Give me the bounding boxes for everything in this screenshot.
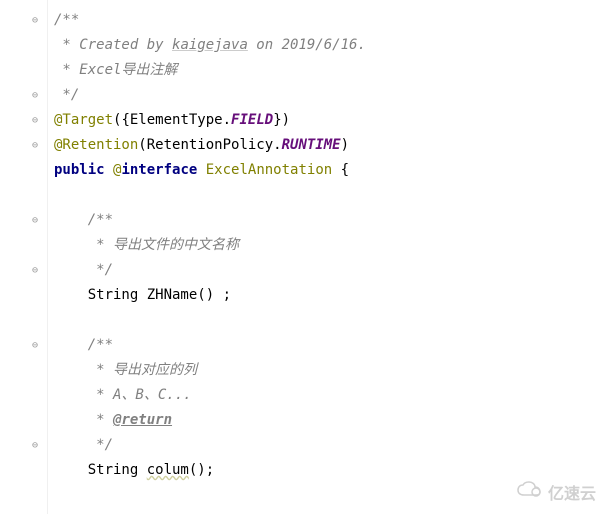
code-line[interactable]: * @return (54, 408, 606, 433)
interface-name: ExcelAnnotation (206, 158, 332, 183)
watermark: 亿速云 (516, 480, 596, 504)
javadoc-comment: */ (54, 433, 113, 458)
code-line[interactable]: public @interface ExcelAnnotation { (54, 158, 606, 183)
author-link: kaigejava (172, 33, 248, 58)
javadoc-comment: */ (54, 258, 113, 283)
brace: { (332, 158, 349, 183)
keyword: public (54, 158, 113, 183)
fold-start-icon[interactable]: ⊖ (29, 215, 41, 227)
gutter: ⊖ ⊖ ⊖ ⊖ ⊖ ⊖ ⊖ ⊖ (0, 0, 48, 514)
code-line[interactable]: * Created by kaigejava on 2019/6/16. (54, 33, 606, 58)
fold-icon[interactable]: ⊖ (29, 140, 41, 152)
punctuation: }) (273, 108, 290, 133)
class-ref: ElementType. (130, 108, 231, 133)
javadoc-comment: on 2019/6/16. (248, 33, 366, 58)
code-line[interactable]: * 导出对应的列 (54, 358, 606, 383)
punctuation: ( (138, 133, 146, 158)
fold-start-icon[interactable]: ⊖ (29, 15, 41, 27)
code-line[interactable]: /** (54, 8, 606, 33)
code-line[interactable]: */ (54, 433, 606, 458)
code-line[interactable]: /** (54, 208, 606, 233)
code-line[interactable]: @Target({ElementType.FIELD}) (54, 108, 606, 133)
javadoc-comment: */ (54, 83, 79, 108)
return-type: String (54, 458, 147, 483)
keyword: interface (121, 158, 205, 183)
fold-start-icon[interactable]: ⊖ (29, 340, 41, 352)
fold-end-icon[interactable]: ⊖ (29, 440, 41, 452)
javadoc-comment: * 导出文件的中文名称 (54, 233, 239, 258)
code-line[interactable] (54, 183, 606, 208)
code-line[interactable]: */ (54, 83, 606, 108)
method-name: ZHName (147, 283, 198, 308)
code-line[interactable]: @Retention(RetentionPolicy.RUNTIME) (54, 133, 606, 158)
method-name: colum (147, 458, 189, 483)
code-line[interactable]: * 导出文件的中文名称 (54, 233, 606, 258)
fold-icon[interactable]: ⊖ (29, 115, 41, 127)
annotation: @Target (54, 108, 113, 133)
cloud-icon (516, 481, 544, 504)
punctuation: ({ (113, 108, 130, 133)
punctuation: (); (189, 458, 214, 483)
watermark-text: 亿速云 (548, 480, 596, 504)
field-ref: RUNTIME (282, 133, 341, 158)
code-editor[interactable]: ⊖ ⊖ ⊖ ⊖ ⊖ ⊖ ⊖ ⊖ /** * Created by kaigeja… (0, 0, 606, 514)
code-line[interactable]: * Excel导出注解 (54, 58, 606, 83)
class-ref: RetentionPolicy. (147, 133, 282, 158)
javadoc-comment: * (54, 408, 113, 433)
code-line[interactable]: * A、B、C... (54, 383, 606, 408)
code-line[interactable]: */ (54, 258, 606, 283)
punctuation: ) (341, 133, 349, 158)
javadoc-comment: * 导出对应的列 (54, 358, 197, 383)
punctuation: () ; (197, 283, 231, 308)
javadoc-comment: * A、B、C... (54, 383, 192, 408)
at-symbol: @ (113, 158, 121, 183)
return-type: String (54, 283, 147, 308)
code-line[interactable]: /** (54, 333, 606, 358)
javadoc-comment: /** (54, 208, 113, 233)
code-area[interactable]: /** * Created by kaigejava on 2019/6/16.… (48, 0, 606, 514)
fold-end-icon[interactable]: ⊖ (29, 265, 41, 277)
javadoc-comment: /** (54, 8, 79, 33)
annotation: @Retention (54, 133, 138, 158)
fold-end-icon[interactable]: ⊖ (29, 90, 41, 102)
javadoc-comment: * Created by (54, 33, 172, 58)
code-line[interactable]: String ZHName() ; (54, 283, 606, 308)
code-line[interactable] (54, 308, 606, 333)
javadoc-comment: * Excel导出注解 (54, 58, 177, 83)
javadoc-comment: /** (54, 333, 113, 358)
javadoc-tag: @return (113, 408, 172, 433)
field-ref: FIELD (231, 108, 273, 133)
